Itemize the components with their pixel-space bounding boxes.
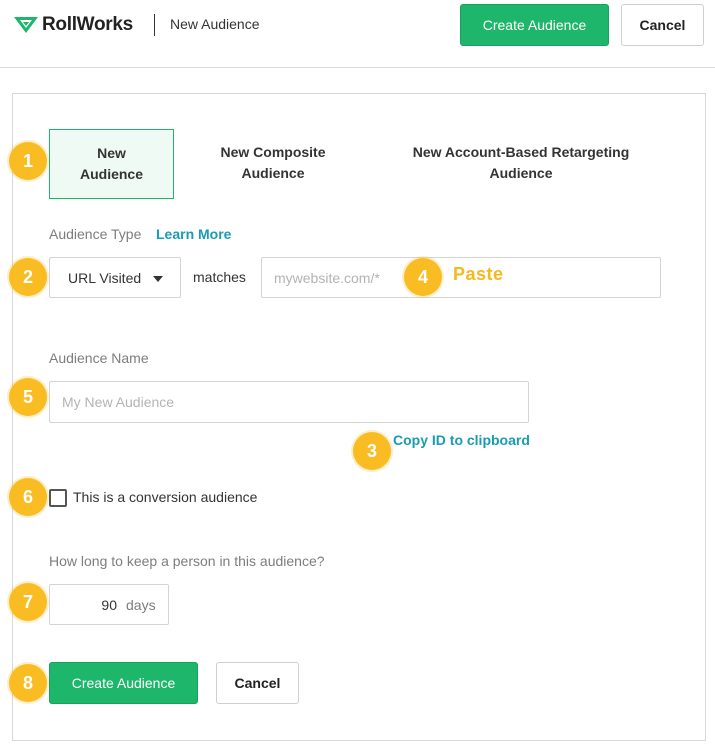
header-divider [154, 14, 155, 36]
audience-name-input[interactable] [49, 381, 529, 423]
duration-unit: days [126, 597, 156, 613]
rollworks-logo-icon [14, 17, 38, 33]
conversion-checkbox-label[interactable]: This is a conversion audience [73, 489, 257, 505]
step-badge-3: 3 [353, 432, 391, 470]
duration-input[interactable]: 90 days [49, 584, 169, 625]
matches-label: matches [193, 269, 246, 285]
duration-value: 90 [101, 597, 117, 613]
audience-name-label: Audience Name [49, 350, 149, 366]
step-badge-8: 8 [9, 664, 47, 702]
step-badge-2: 2 [9, 258, 47, 296]
step-badge-7: 7 [9, 583, 47, 621]
tab-new-composite-audience[interactable]: New Composite Audience [205, 142, 341, 184]
learn-more-link[interactable]: Learn More [156, 226, 231, 242]
copy-id-link[interactable]: Copy ID to clipboard [393, 432, 530, 448]
caret-down-icon [153, 276, 163, 282]
logo-text: RollWorks [42, 14, 133, 35]
duration-label: How long to keep a person in this audien… [49, 553, 325, 569]
step-badge-1: 1 [9, 142, 47, 180]
header-cancel-button[interactable]: Cancel [621, 4, 704, 46]
top-bar: RollWorks New Audience Create Audience C… [0, 0, 715, 68]
step-badge-6: 6 [9, 478, 47, 516]
audience-type-select[interactable]: URL Visited [49, 257, 181, 298]
cancel-button[interactable]: Cancel [216, 662, 299, 704]
audience-type-label: Audience Type [49, 226, 142, 242]
tab-new-audience[interactable]: New Audience [49, 129, 174, 199]
paste-annotation: Paste [453, 264, 504, 284]
audience-type-select-value: URL Visited [68, 269, 142, 286]
rollworks-logo[interactable]: RollWorks [14, 14, 133, 36]
tab-new-abr-audience[interactable]: New Account-Based Retargeting Audience [400, 142, 642, 184]
tab-new-audience-label: New Audience [79, 145, 143, 182]
conversion-checkbox[interactable] [49, 489, 67, 507]
page-title: New Audience [170, 16, 260, 32]
step-badge-4: 4 [404, 258, 442, 296]
create-audience-button[interactable]: Create Audience [49, 662, 198, 704]
step-badge-5: 5 [9, 378, 47, 416]
header-create-audience-button[interactable]: Create Audience [460, 4, 609, 46]
